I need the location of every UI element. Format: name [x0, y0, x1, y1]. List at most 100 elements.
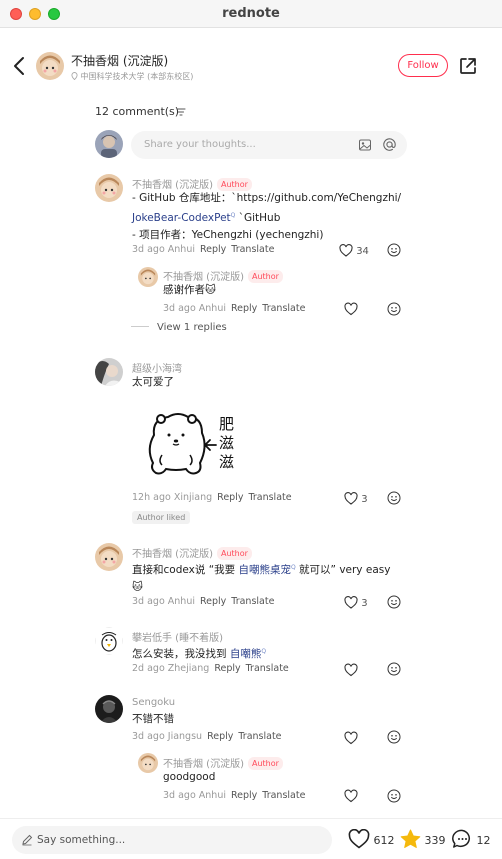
commenter-avatar[interactable]: [95, 627, 123, 655]
translate-button[interactable]: Translate: [262, 790, 305, 801]
comment-meta: 3d ago Jiangsu Reply Translate: [132, 731, 282, 742]
comment-meta: 12h ago Xinjiang Reply Translate: [132, 492, 292, 503]
reply-text: goodgood: [163, 771, 216, 783]
pen-icon: [22, 834, 33, 846]
reply-button[interactable]: Reply: [200, 244, 226, 255]
comment-count: 12 comment(s): [95, 105, 180, 118]
comment-text-line: JokeBear-CodexPetQ `GitHub: [132, 212, 281, 224]
bear-sticker[interactable]: 肥 滋 滋: [140, 405, 250, 483]
comment-text: 直接和codex说 “我要 自嘲熊桌宠Q 就可以” very easy 🐱: [132, 559, 390, 596]
reply-name[interactable]: 不抽香烟 (沉淀版) Author: [163, 755, 283, 770]
view-replies-button[interactable]: View 1 replies: [131, 322, 227, 333]
comment-bubble-icon: [452, 829, 471, 848]
post-header: 不抽香烟 (沉淀版) 中国科学技术大学 (本部东校区) Follow: [0, 28, 502, 106]
emoji-icon[interactable]: [387, 302, 401, 316]
translate-button[interactable]: Translate: [231, 244, 274, 255]
location-text: 中国科学技术大学 (本部东校区): [80, 72, 194, 81]
emoji-icon[interactable]: [387, 662, 401, 676]
commenter-name[interactable]: 不抽香烟 (沉淀版) Author: [132, 545, 252, 560]
heart-icon: [344, 596, 358, 609]
heart-icon[interactable]: [344, 302, 358, 316]
emoji-icon[interactable]: [387, 491, 401, 505]
author-name[interactable]: 不抽香烟 (沉淀版): [71, 52, 168, 69]
share-icon[interactable]: [458, 56, 478, 76]
reply-button[interactable]: Reply: [200, 596, 226, 607]
reply-button[interactable]: Reply: [207, 731, 233, 742]
author-badge: Author: [247, 270, 283, 283]
author-liked-badge: Author liked: [132, 511, 191, 524]
bottom-action-bar: Say something... 612 339 12: [0, 818, 502, 859]
post-like-count: 612: [373, 834, 395, 847]
commenter-avatar[interactable]: [95, 174, 123, 202]
reply-avatar[interactable]: [138, 753, 158, 773]
emoji-icon[interactable]: [387, 789, 401, 803]
comment-meta: 3d ago Anhui Reply Translate: [132, 596, 275, 607]
heart-icon[interactable]: [344, 663, 358, 677]
translate-button[interactable]: Translate: [248, 492, 291, 503]
follow-button[interactable]: Follow: [398, 54, 448, 77]
comment-text: 怎么安装，我没找到 自嘲熊Q: [132, 648, 267, 660]
reply-avatar[interactable]: [138, 267, 158, 287]
post-like-button[interactable]: 612: [348, 828, 395, 849]
translate-button[interactable]: Translate: [262, 303, 305, 314]
reply-name[interactable]: 不抽香烟 (沉淀版) Author: [163, 268, 283, 283]
comment-text-line: - 项目作者：YeChengzhi (yechengzhi): [132, 229, 324, 241]
author-badge: Author: [247, 757, 283, 770]
reply-button[interactable]: Reply: [231, 303, 257, 314]
translate-button[interactable]: Translate: [231, 596, 274, 607]
window-titlebar: rednote: [0, 0, 502, 28]
sticker-text: 肥: [219, 415, 234, 433]
image-icon[interactable]: [358, 138, 372, 152]
heart-icon: [339, 244, 353, 257]
like-count: 3: [361, 598, 368, 609]
commenter-avatar[interactable]: [95, 695, 123, 723]
author-avatar[interactable]: [36, 52, 64, 80]
emoji-icon[interactable]: [387, 243, 401, 257]
comment-input-placeholder: Share your thoughts...: [144, 139, 256, 150]
comment-text: - GitHub 仓库地址：`https://github.com/YeChen…: [132, 190, 401, 244]
comment-link[interactable]: 自嘲熊: [230, 648, 262, 660]
comment-text-line: 🐱: [132, 581, 143, 593]
back-icon[interactable]: [10, 54, 30, 78]
reply-meta: 3d ago Anhui Reply Translate: [163, 790, 306, 801]
star-icon: [400, 829, 421, 848]
comment-text-line: - GitHub 仓库地址：`https://github.com/YeChen…: [132, 192, 402, 204]
say-something-input[interactable]: Say something...: [12, 826, 332, 854]
author-location: 中国科学技术大学 (本部东校区): [71, 71, 193, 82]
comment-link[interactable]: JokeBear-CodexPet: [132, 212, 231, 224]
like-button[interactable]: 3: [344, 492, 368, 506]
location-icon: [71, 72, 78, 81]
commenter-name[interactable]: 不抽香烟 (沉淀版) Author: [132, 176, 252, 191]
post-comment-button[interactable]: 12: [452, 829, 491, 849]
reply-button[interactable]: Reply: [214, 663, 240, 674]
translate-button[interactable]: Translate: [238, 731, 281, 742]
sort-icon[interactable]: [176, 107, 186, 117]
emoji-icon[interactable]: [387, 730, 401, 744]
commenter-name[interactable]: Sengoku: [132, 697, 175, 708]
comment-meta: 2d ago Zhejiang Reply Translate: [132, 663, 289, 674]
sticker-text: 滋: [219, 453, 234, 471]
post-collect-button[interactable]: 339: [400, 829, 446, 849]
reply-button[interactable]: Reply: [217, 492, 243, 503]
commenter-name[interactable]: 超级小海湾: [132, 360, 182, 375]
translate-button[interactable]: Translate: [246, 663, 289, 674]
commenter-avatar[interactable]: [95, 358, 123, 386]
say-something-placeholder: Say something...: [37, 834, 126, 846]
heart-icon[interactable]: [344, 789, 358, 803]
comment-input[interactable]: Share your thoughts...: [131, 131, 407, 159]
commenter-avatar[interactable]: [95, 543, 123, 571]
like-button[interactable]: 3: [344, 596, 368, 610]
sticker-text: 滋: [219, 434, 234, 452]
comment-text: 不错不错: [132, 713, 174, 725]
reply-button[interactable]: Reply: [231, 790, 257, 801]
emoji-icon[interactable]: [387, 595, 401, 609]
commenter-name[interactable]: 攀岩低手 (睡不着版): [132, 629, 223, 644]
comment-link[interactable]: 自嘲熊桌宠: [238, 564, 291, 576]
like-button[interactable]: 34: [339, 244, 369, 258]
my-avatar: [95, 130, 123, 158]
comment-text: 太可爱了: [132, 376, 174, 388]
like-count: 34: [356, 246, 369, 257]
at-icon[interactable]: [382, 137, 397, 152]
heart-icon[interactable]: [344, 731, 358, 745]
heart-icon: [348, 828, 370, 849]
